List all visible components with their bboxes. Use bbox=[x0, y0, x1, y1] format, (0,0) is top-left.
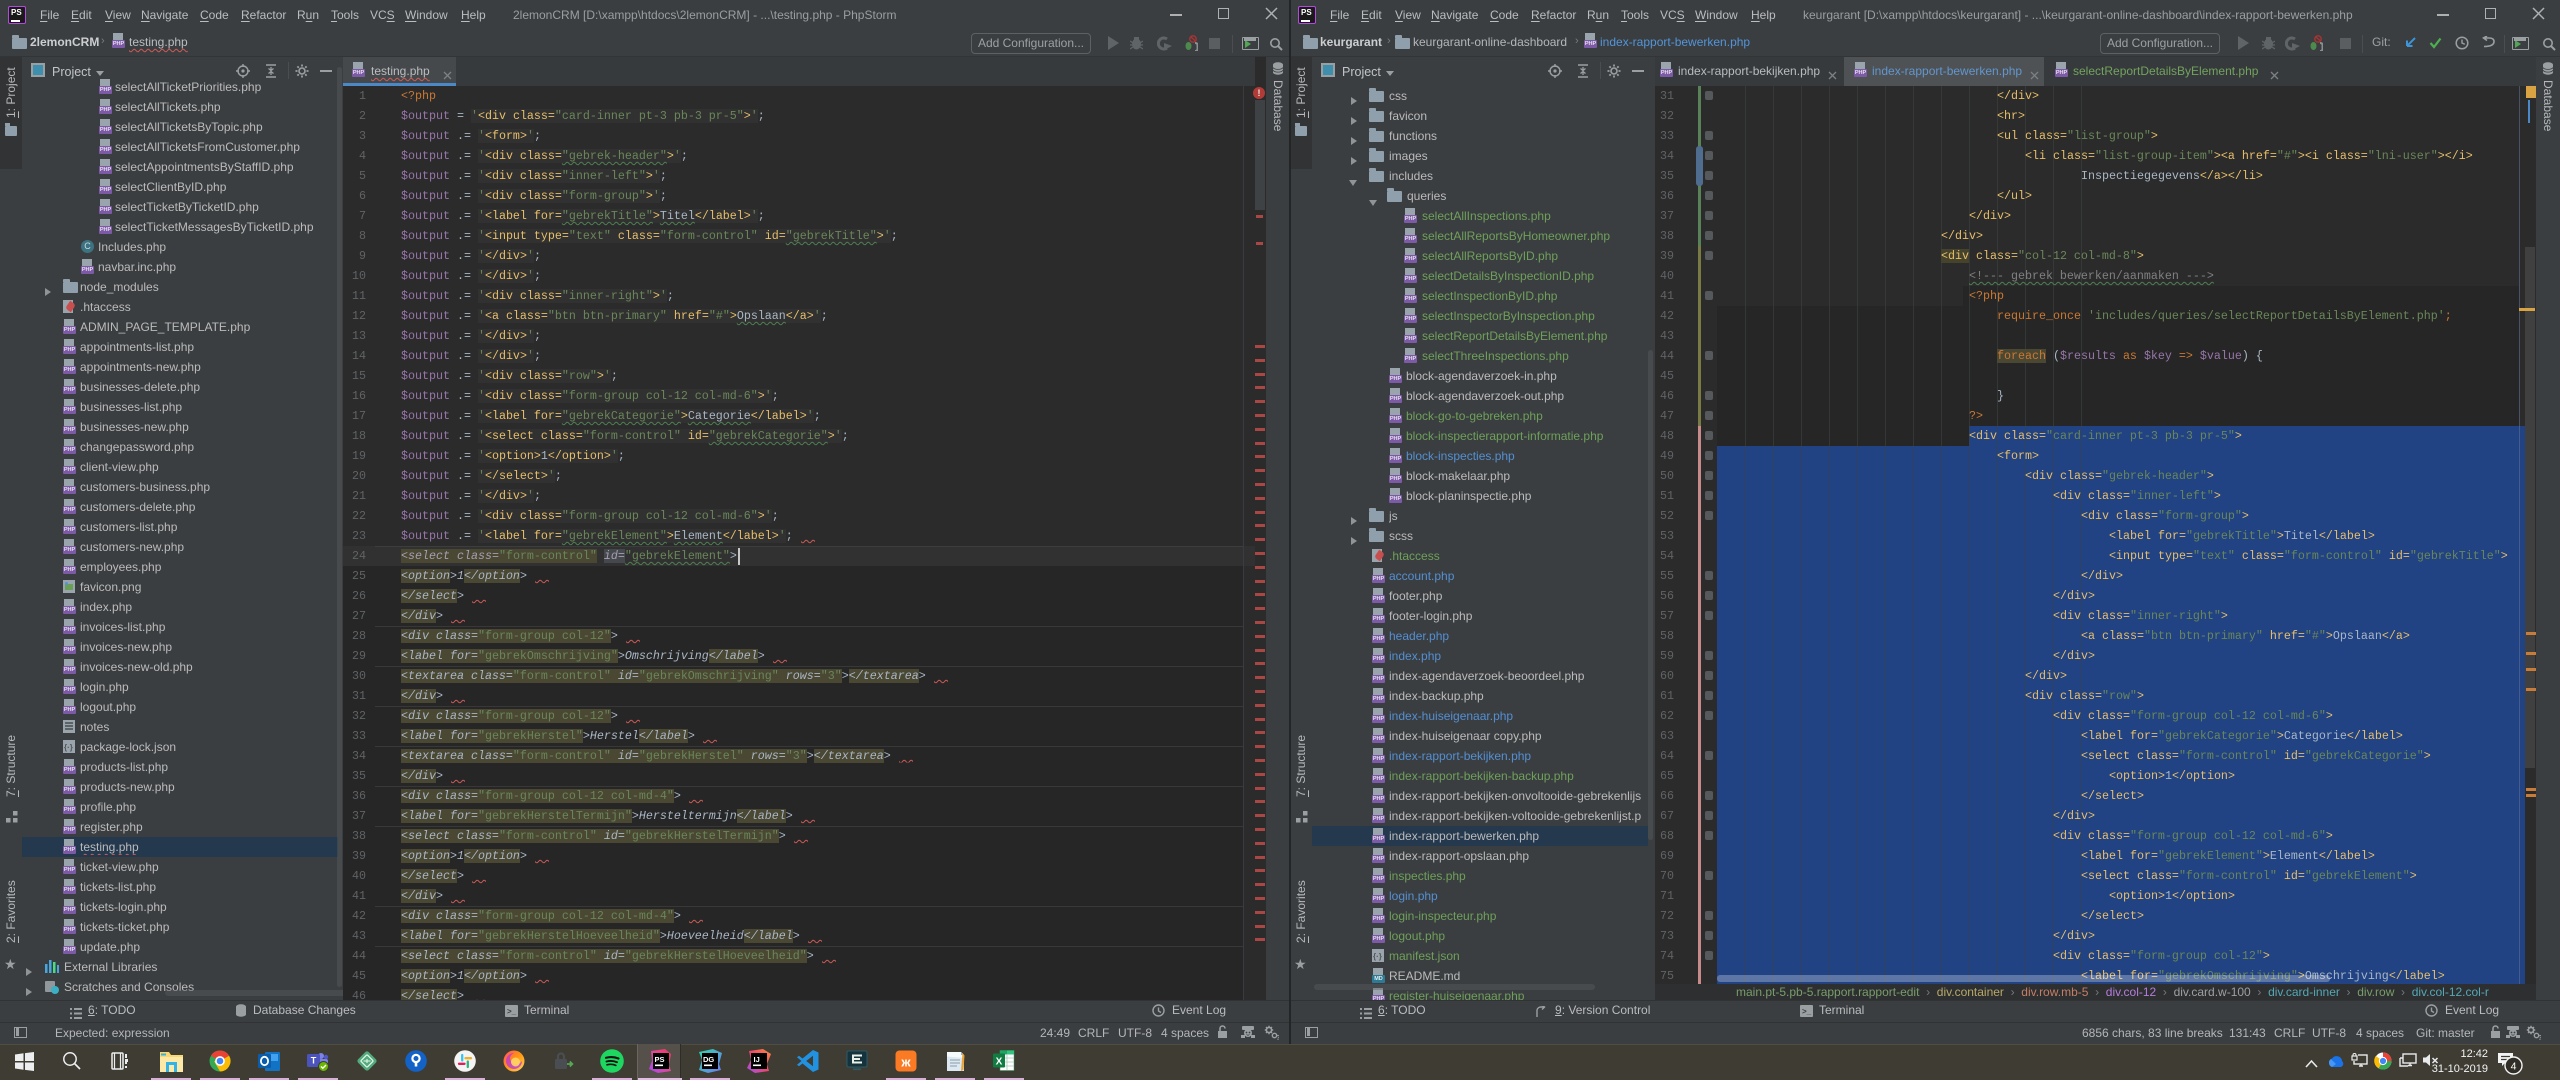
svg-text:?: ? bbox=[1276, 1035, 1279, 1040]
svg-text:ж: ж bbox=[900, 1055, 911, 1070]
svg-text:DG: DG bbox=[703, 1055, 714, 1064]
svg-text:?: ? bbox=[2538, 1035, 2541, 1040]
svg-text:X: X bbox=[996, 1057, 1003, 1068]
svg-text:PS: PS bbox=[655, 1055, 665, 1064]
svg-text:4: 4 bbox=[2511, 1061, 2517, 1073]
svg-text:T: T bbox=[311, 1056, 317, 1066]
svg-text:IJ: IJ bbox=[754, 1055, 760, 1064]
